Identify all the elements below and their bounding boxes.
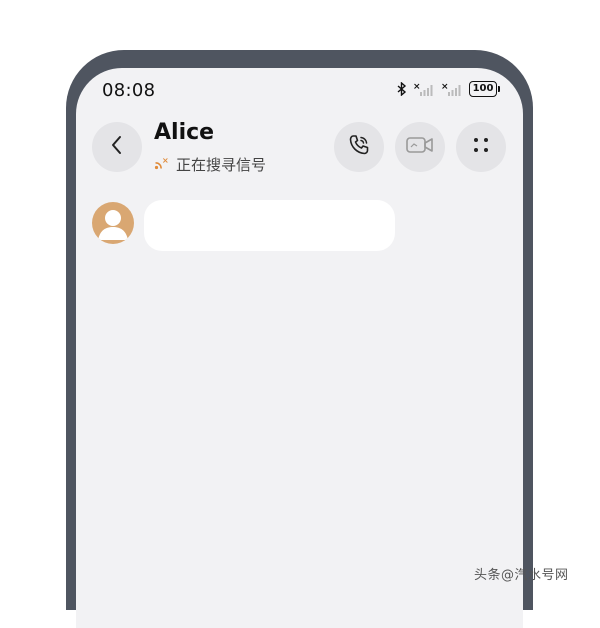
searching-signal-icon: × xyxy=(154,155,170,174)
message-bubble[interactable] xyxy=(144,200,395,251)
contact-avatar[interactable] xyxy=(92,202,134,244)
svg-text:×: × xyxy=(162,156,169,165)
battery-icon: 100 xyxy=(469,81,500,97)
status-text: 正在搜寻信号 xyxy=(176,156,267,174)
contact-name: Alice xyxy=(154,120,215,145)
status-bar-icons: × × 100 xyxy=(397,80,500,98)
connection-status: × 正在搜寻信号 xyxy=(154,154,266,175)
video-call-button[interactable] xyxy=(395,122,445,172)
more-grid-icon xyxy=(471,135,491,159)
svg-text:×: × xyxy=(441,82,449,92)
watermark: 头条@汽水号网 xyxy=(474,568,569,583)
voice-call-button[interactable] xyxy=(334,122,384,172)
phone-frame: 08:08 × × 100 Alice × 正在搜寻信号 xyxy=(66,50,533,628)
chevron-left-icon xyxy=(109,134,125,160)
chat-screen: 08:08 × × 100 Alice × 正在搜寻信号 xyxy=(76,68,523,628)
voice-call-icon xyxy=(347,133,371,161)
signal-1-disconnected-icon: × xyxy=(413,81,435,97)
status-time: 08:08 xyxy=(102,80,156,101)
signal-2-disconnected-icon: × xyxy=(441,81,463,97)
person-icon xyxy=(98,210,128,240)
bluetooth-icon xyxy=(397,82,407,96)
svg-text:×: × xyxy=(413,82,421,92)
back-button[interactable] xyxy=(92,122,142,172)
more-options-button[interactable] xyxy=(456,122,506,172)
video-call-icon xyxy=(405,134,435,160)
